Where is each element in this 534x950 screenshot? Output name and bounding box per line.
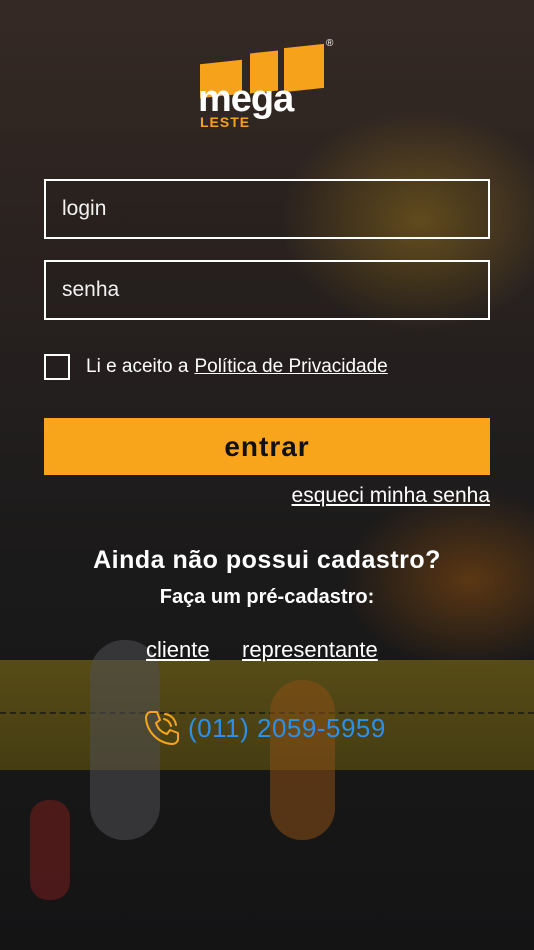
phone-contact[interactable]: (011) 2059-5959: [142, 708, 386, 748]
background-overlay: [0, 0, 534, 950]
mega-leste-logo: ® mega LESTE: [198, 38, 338, 134]
signup-client-link[interactable]: cliente: [146, 637, 210, 663]
logo-subtitle: LESTE: [200, 114, 251, 130]
terms-checkbox[interactable]: [44, 354, 70, 380]
logo-wordmark: mega: [198, 78, 294, 120]
signup-representative-link[interactable]: representante: [242, 637, 378, 663]
login-input[interactable]: [46, 181, 488, 237]
enter-button[interactable]: entrar: [44, 418, 490, 475]
phone-icon: [145, 711, 179, 745]
login-field-box: [44, 179, 490, 239]
password-input[interactable]: [46, 262, 488, 318]
privacy-policy-link[interactable]: Política de Privacidade: [194, 356, 387, 378]
terms-label: Li e aceito a: [86, 356, 189, 377]
signup-subtitle: Faça um pré-cadastro:: [159, 586, 375, 608]
registered-mark: ®: [326, 38, 334, 49]
background-photo: [0, 0, 534, 950]
password-field-box: [44, 260, 490, 320]
terms-row: Li e aceito a Política de Privacidade: [44, 352, 388, 382]
signup-title: Ainda não possui cadastro?: [93, 546, 441, 574]
forgot-password-link[interactable]: esqueci minha senha: [292, 484, 490, 508]
phone-number[interactable]: (011) 2059-5959: [188, 713, 386, 744]
